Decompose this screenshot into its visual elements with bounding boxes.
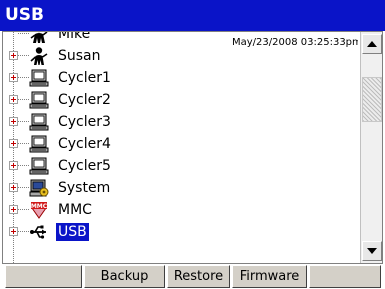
expand-plus-icon[interactable]	[9, 205, 18, 214]
expand-plus-icon[interactable]	[9, 227, 18, 236]
expand-plus-icon[interactable]	[9, 117, 18, 126]
tree-item-system[interactable]: System	[3, 177, 358, 199]
tree-item-cycler3[interactable]: Cycler3	[3, 111, 358, 133]
tree-item-label: Cycler3	[58, 114, 111, 130]
tree-item-susan[interactable]: Susan	[3, 45, 358, 67]
expand-plus-icon[interactable]	[9, 95, 18, 104]
usb-window: USB Mike May/23/2008 03:25:33pm Susan Cy…	[0, 0, 385, 289]
scroll-thumb[interactable]	[362, 77, 382, 122]
computer-icon	[29, 156, 49, 176]
tree-item-label: System	[58, 180, 111, 196]
blank-button-left[interactable]	[5, 265, 82, 288]
tree-branch-line	[18, 209, 29, 210]
tree-branch-line	[18, 33, 29, 34]
expand-plus-icon[interactable]	[9, 139, 18, 148]
usb-icon	[29, 222, 49, 242]
tree-view: Mike May/23/2008 03:25:33pm Susan Cycler	[3, 32, 358, 263]
arrow-up-icon	[367, 41, 377, 47]
scroll-up-button[interactable]	[362, 34, 382, 54]
tree-item-mmc[interactable]: MMC MMC	[3, 199, 358, 221]
user-icon	[29, 32, 49, 44]
svg-text:MMC: MMC	[31, 203, 48, 210]
tree-item-label: Cycler4	[58, 136, 111, 152]
tree-item-label: Cycler1	[58, 70, 111, 86]
tree-branch-line	[18, 55, 29, 56]
tree-item-cycler4[interactable]: Cycler4	[3, 133, 358, 155]
tree-item-label: Cycler2	[58, 92, 111, 108]
computer-icon	[29, 68, 49, 88]
tree-branch-line	[18, 77, 29, 78]
tree-item-label: Susan	[58, 48, 101, 64]
computer-icon	[29, 90, 49, 110]
expand-plus-icon[interactable]	[9, 73, 18, 82]
bottom-toolbar: Backup Restore Firmware	[0, 264, 385, 289]
expand-plus-icon[interactable]	[9, 51, 18, 60]
tree-item-label: MMC	[58, 202, 92, 218]
tree-item-label: Cycler5	[58, 158, 111, 174]
computer-icon	[29, 134, 49, 154]
tree-panel: Mike May/23/2008 03:25:33pm Susan Cycler	[2, 31, 383, 264]
tree-branch-line	[18, 121, 29, 122]
tree-branch-line	[18, 143, 29, 144]
restore-button[interactable]: Restore	[167, 265, 230, 288]
tree-item-cycler2[interactable]: Cycler2	[3, 89, 358, 111]
tree-branch-line	[18, 231, 29, 232]
tree-item-cycler5[interactable]: Cycler5	[3, 155, 358, 177]
expand-plus-icon[interactable]	[9, 161, 18, 170]
expand-plus-icon[interactable]	[9, 183, 18, 192]
tree-item-label: USB	[56, 223, 89, 241]
computer-icon	[29, 112, 49, 132]
user-icon	[29, 46, 49, 66]
arrow-down-icon	[367, 248, 377, 254]
vertical-scrollbar[interactable]	[360, 32, 382, 263]
tree-item-usb[interactable]: USB	[3, 221, 358, 243]
backup-button[interactable]: Backup	[84, 265, 165, 288]
mmc-card-icon: MMC	[29, 200, 49, 220]
window-title: USB	[0, 0, 385, 31]
system-icon	[29, 178, 49, 198]
tree-branch-line	[18, 99, 29, 100]
tree-branch-line	[18, 165, 29, 166]
blank-button-right[interactable]	[309, 265, 381, 288]
tree-item-cycler1[interactable]: Cycler1	[3, 67, 358, 89]
tree-item-label: Mike	[58, 32, 91, 42]
firmware-button[interactable]: Firmware	[232, 265, 307, 288]
tree-branch-line	[18, 187, 29, 188]
scroll-down-button[interactable]	[362, 241, 382, 261]
